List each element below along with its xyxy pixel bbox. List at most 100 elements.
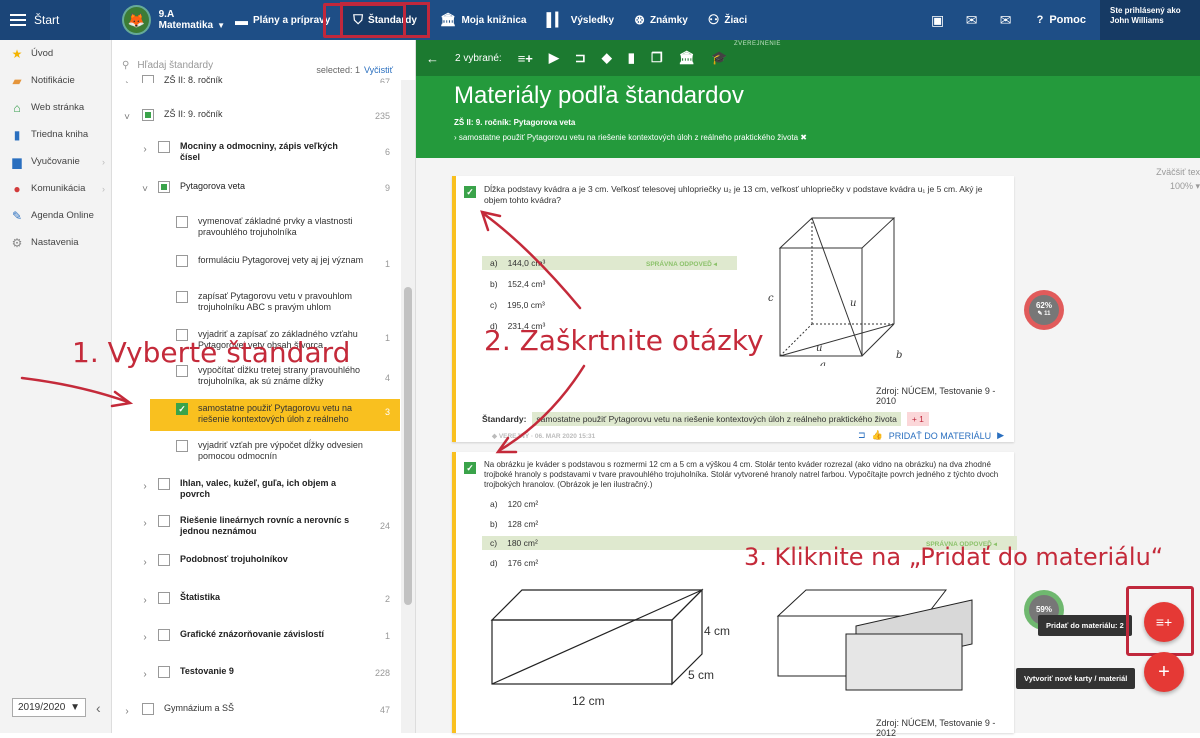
search-input[interactable]: Hľadaj štandardy bbox=[137, 60, 213, 71]
graduation-cap-icon[interactable]: 🎓 bbox=[711, 50, 727, 66]
tag-icon[interactable]: ◆ bbox=[602, 50, 612, 66]
clear-selection-link[interactable]: Vyčistiť bbox=[364, 65, 393, 75]
question-card-1[interactable]: ✓ Dĺžka podstavy kvádra a je 3 cm. Veľko… bbox=[452, 176, 1014, 442]
chevron-right-icon: › bbox=[143, 481, 147, 492]
create-new-fab[interactable]: + bbox=[1144, 652, 1184, 692]
nav-grades-label: Známky bbox=[649, 14, 688, 26]
plus-icon: + bbox=[1158, 660, 1170, 683]
sidebar-item-communication[interactable]: ● Komunikácia › bbox=[0, 175, 111, 202]
nav-students[interactable]: ⚇ Žiaci bbox=[698, 0, 757, 40]
checkbox[interactable] bbox=[176, 440, 188, 452]
sidebar-item-label: Notifikácie bbox=[31, 75, 75, 86]
checkbox[interactable] bbox=[142, 703, 154, 715]
sidebar-item-agenda[interactable]: ✎ Agenda Online bbox=[0, 202, 111, 229]
svg-text:u: u bbox=[850, 298, 856, 309]
help-icon: ? bbox=[1036, 14, 1044, 26]
calendar-icon: ▬ bbox=[235, 12, 248, 28]
tree-row-grade9[interactable]: ˅ ZŠ II: 9. ročník 235 bbox=[112, 109, 400, 123]
answer-b[interactable]: b) 128 cm² bbox=[490, 519, 538, 529]
answer-c[interactable]: c) 180 cm² bbox=[490, 538, 538, 548]
page-title: Materiály podľa štandardov bbox=[454, 82, 744, 109]
cast-icon[interactable]: ⊐ bbox=[575, 50, 586, 66]
mail-icon[interactable]: ✉ bbox=[989, 12, 1023, 29]
question-checkbox[interactable]: ✓ bbox=[464, 186, 476, 198]
checked-checkbox[interactable]: ✓ bbox=[176, 403, 188, 415]
class-selector[interactable]: 🦊 9.A Matematika ▼ bbox=[110, 5, 225, 35]
home-button[interactable]: Štart bbox=[0, 0, 110, 40]
tree-row-std7[interactable]: vyjadriť vzťah pre výpočet dĺžky odvesie… bbox=[112, 440, 400, 462]
sidebar-item-uvod[interactable]: ★ Úvod bbox=[0, 40, 111, 67]
add-to-material-link[interactable]: ⊐ 👍 PRIDAŤ DO MATERIÁLU ▶ bbox=[858, 430, 1004, 441]
chevron-right-icon: › bbox=[143, 595, 147, 606]
sidebar-item-notifications[interactable]: ▰ Notifikácie bbox=[0, 67, 111, 94]
nav-grades[interactable]: ⊛ Známky bbox=[624, 0, 698, 40]
user-box[interactable]: Ste prihlásený ako John Williams bbox=[1100, 0, 1200, 40]
checkbox[interactable] bbox=[158, 666, 170, 678]
nav-library[interactable]: 🏛 Moja knižnica bbox=[430, 0, 537, 40]
tree-row-equations[interactable]: › Riešenie lineárnych rovníc a nerovníc s… bbox=[112, 515, 400, 537]
svg-text:c: c bbox=[768, 293, 774, 304]
checkbox[interactable] bbox=[158, 478, 170, 490]
chat-icon[interactable]: ✉ bbox=[955, 12, 989, 29]
sidebar-item-teaching[interactable]: ▆ Vyučovanie › bbox=[0, 148, 111, 175]
year-select[interactable]: 2019/2020 ▼ bbox=[12, 698, 86, 717]
checkbox[interactable] bbox=[158, 141, 170, 153]
answer-d[interactable]: d) 176 cm² bbox=[490, 558, 538, 568]
play-icon[interactable]: ▶ bbox=[549, 50, 559, 66]
publish-icon[interactable]: 🏛 bbox=[679, 50, 696, 66]
tree-row-gymnasium[interactable]: › Gymnázium a SŠ 47 bbox=[112, 703, 400, 717]
checkbox[interactable] bbox=[142, 75, 154, 83]
tree-row-solids[interactable]: › Ihlan, valec, kužeľ, guľa, ich objem a … bbox=[112, 478, 400, 500]
tree-row-std3[interactable]: zapísať Pytagorovu vetu v pravouhlom tro… bbox=[112, 291, 400, 313]
active-standard-filter[interactable]: › samostatne použiť Pytagorovu vetu na r… bbox=[454, 133, 1200, 142]
zoom-control[interactable]: Zväčšiť tex 100% ▾ bbox=[1140, 165, 1200, 193]
tree-row-similarity[interactable]: › Podobnosť trojuholníkov bbox=[112, 554, 400, 568]
checkbox[interactable] bbox=[176, 255, 188, 267]
checkbox[interactable] bbox=[158, 554, 170, 566]
checkbox[interactable] bbox=[158, 181, 170, 193]
checkbox[interactable] bbox=[142, 109, 154, 121]
standards-search[interactable]: ⚲ Hľadaj štandardy selected: 1 Vyčistiť bbox=[112, 40, 415, 78]
checkbox[interactable] bbox=[158, 515, 170, 527]
standard-chip[interactable]: samostatne použiť Pytagorovu vetu na rie… bbox=[532, 412, 901, 426]
answer-a[interactable]: a) 120 cm² bbox=[490, 499, 538, 509]
checkbox[interactable] bbox=[176, 216, 188, 228]
checkbox[interactable] bbox=[158, 629, 170, 641]
copy-icon[interactable]: ❐ bbox=[651, 50, 663, 66]
gauge-count: 11 bbox=[1044, 311, 1051, 317]
tree-row-std2[interactable]: formuláciu Pytagorovej vety aj jej význa… bbox=[112, 255, 400, 269]
nav-results[interactable]: ▌▎ Výsledky bbox=[536, 0, 624, 40]
menu-icon[interactable] bbox=[10, 14, 26, 26]
tree-row-pythagoras[interactable]: ˅ Pytagorova veta 9 bbox=[112, 181, 400, 195]
sidebar-item-classbook[interactable]: ▮ Triedna kniha bbox=[0, 121, 111, 148]
back-arrow-icon[interactable]: ← bbox=[426, 51, 439, 66]
tree-count: 9 bbox=[384, 183, 390, 193]
checkbox[interactable] bbox=[158, 592, 170, 604]
screen-icon[interactable]: ▣ bbox=[921, 12, 955, 29]
answer-b[interactable]: b) 152,4 cm³ bbox=[490, 279, 545, 289]
highlight-frame bbox=[1126, 586, 1194, 656]
standards-scrollbar[interactable] bbox=[401, 80, 415, 733]
tree-row-std1[interactable]: vymenovať základné prvky a vlastnosti pr… bbox=[112, 216, 400, 238]
sidebar-item-settings[interactable]: ⚙ Nastavenia bbox=[0, 229, 111, 256]
collapse-sidebar-icon[interactable]: ‹ bbox=[96, 700, 101, 716]
tree-row-testing9[interactable]: › Testovanie 9 228 bbox=[112, 666, 400, 680]
sidebar-item-website[interactable]: ⌂ Web stránka bbox=[0, 94, 111, 121]
question-checkbox[interactable]: ✓ bbox=[464, 462, 476, 474]
tree-row-statistics[interactable]: › Štatistika 2 bbox=[112, 592, 400, 606]
tree-row-graphs[interactable]: › Grafické znázorňovanie závislostí 1 bbox=[112, 629, 400, 643]
trash-icon[interactable]: ▮ bbox=[628, 50, 635, 66]
help-button[interactable]: ? Pomoc bbox=[1023, 14, 1100, 26]
add-to-list-icon[interactable]: ≡+ bbox=[518, 51, 533, 66]
question-card-2[interactable]: ✓ Na obrázku je kváder s podstavou s roz… bbox=[452, 452, 1017, 738]
checkbox[interactable] bbox=[176, 291, 188, 303]
answer-c[interactable]: c) 195,0 cm³ bbox=[490, 300, 545, 310]
scroll-thumb[interactable] bbox=[404, 287, 412, 605]
sidebar-item-label: Komunikácia bbox=[31, 183, 86, 194]
tree-label: Pytagorova veta bbox=[180, 181, 246, 191]
tree-row-powers[interactable]: › Mocniny a odmocniny, zápis veľkých číse… bbox=[112, 141, 400, 163]
more-standards-chip[interactable]: + 1 bbox=[906, 412, 929, 426]
answer-a[interactable]: a) 144,0 cm³ bbox=[490, 258, 545, 268]
tree-row-grade8[interactable]: › ZŠ II: 8. ročník 67 bbox=[112, 75, 400, 83]
tree-row-std6-selected[interactable]: ✓ samostatne použiť Pytagorovu vetu na ri… bbox=[112, 403, 400, 425]
